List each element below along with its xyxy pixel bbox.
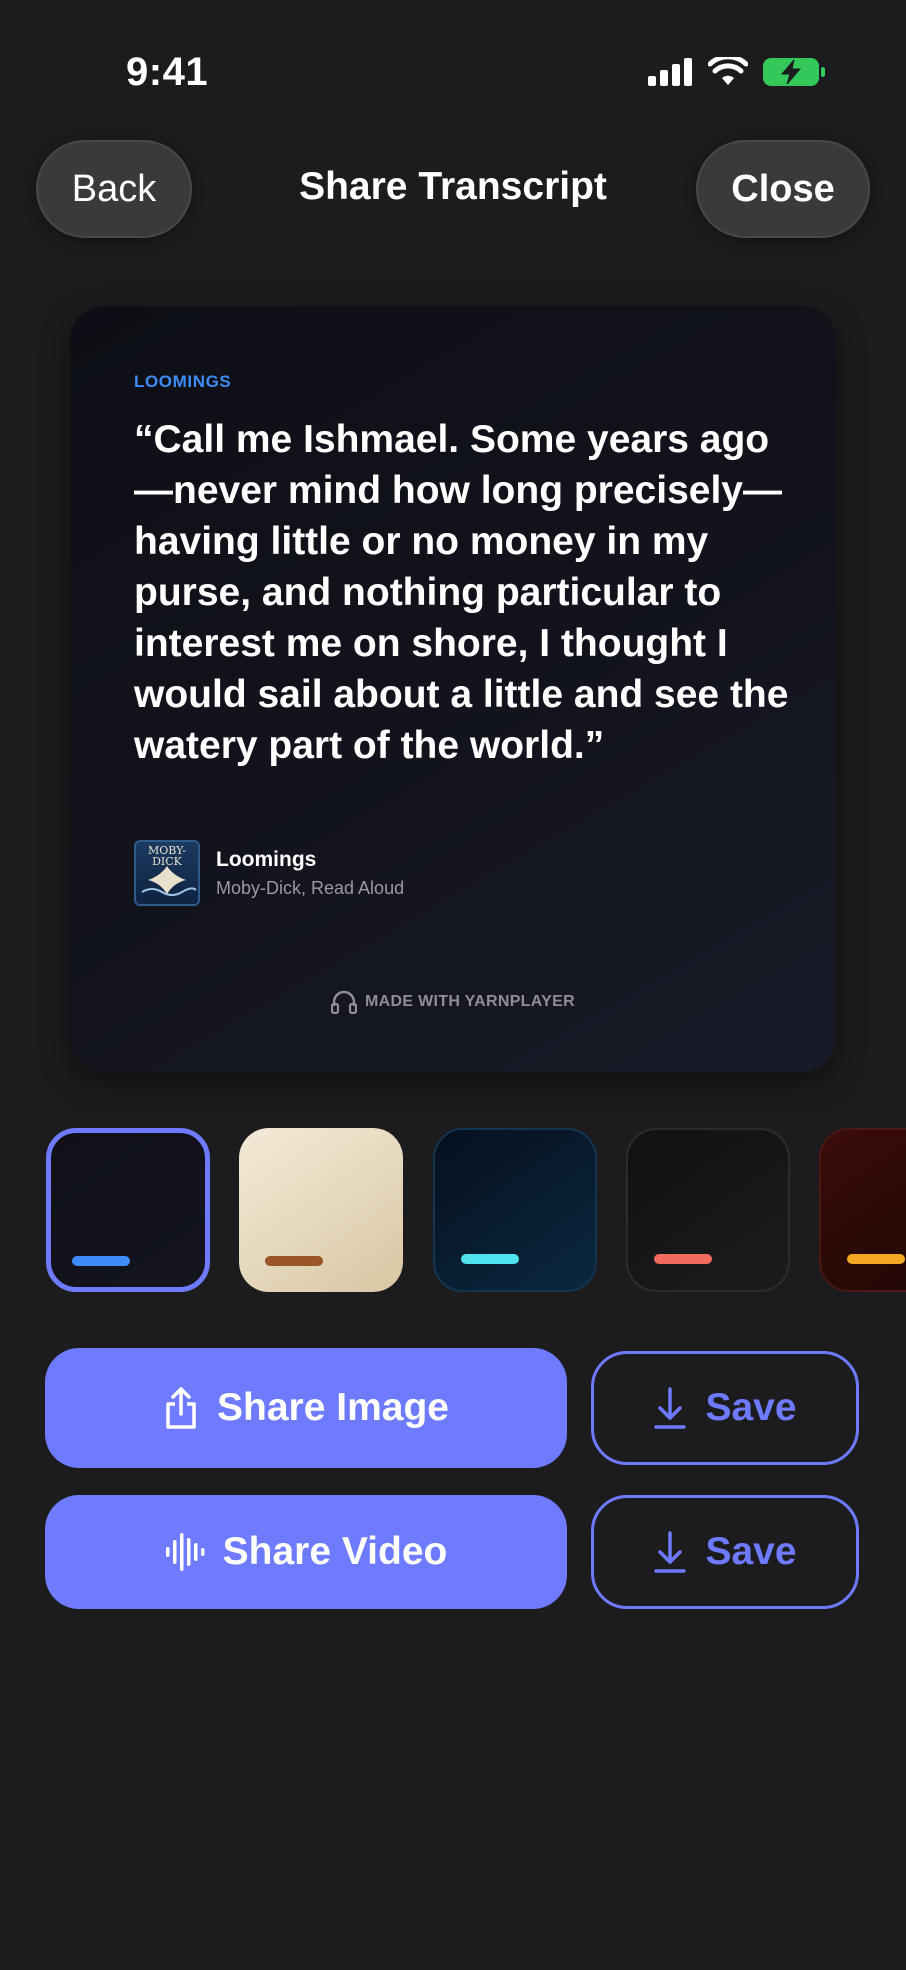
headphones-icon xyxy=(331,990,358,1014)
waveform-icon xyxy=(165,1533,205,1571)
close-button[interactable]: Close xyxy=(696,140,870,238)
theme-swatch-cream[interactable] xyxy=(239,1128,403,1292)
save-image-label: Save xyxy=(705,1386,797,1429)
share-video-button[interactable]: Share Video xyxy=(45,1495,567,1609)
cellular-signal-icon xyxy=(648,58,692,86)
status-bar: 9:41 xyxy=(0,0,906,150)
theme-picker xyxy=(0,1126,906,1294)
theme-accent-bar xyxy=(265,1256,323,1266)
theme-swatch-navy-teal[interactable] xyxy=(433,1128,597,1292)
save-video-label: Save xyxy=(705,1530,797,1573)
share-video-label: Share Video xyxy=(222,1530,448,1573)
download-icon xyxy=(654,1531,687,1573)
theme-accent-bar xyxy=(654,1254,712,1264)
theme-swatch-dark-blue[interactable] xyxy=(46,1128,210,1292)
status-time: 9:41 xyxy=(126,50,209,94)
download-icon xyxy=(654,1387,687,1429)
whale-icon xyxy=(141,866,197,896)
status-icons xyxy=(648,56,826,88)
battery-charging-icon xyxy=(763,58,825,86)
episode-meta: MOBY-DICK Loomings Moby-Dick, Read Aloud xyxy=(134,840,404,906)
theme-swatch-charcoal-coral[interactable] xyxy=(626,1128,790,1292)
share-icon xyxy=(166,1387,196,1429)
share-image-button[interactable]: Share Image xyxy=(45,1348,567,1468)
transcript-card-preview: LOOMINGS “Call me Ishmael. Some years ag… xyxy=(70,306,836,1072)
theme-accent-bar xyxy=(847,1254,905,1264)
save-image-button[interactable]: Save xyxy=(591,1351,859,1465)
save-video-button[interactable]: Save xyxy=(591,1495,859,1609)
made-with-footer: MADE WITH YARNPLAYER xyxy=(70,990,836,1014)
wifi-icon xyxy=(708,57,748,85)
footer-text: MADE WITH YARNPLAYER xyxy=(365,993,575,1010)
share-image-label: Share Image xyxy=(217,1386,449,1429)
theme-accent-bar xyxy=(461,1254,519,1264)
episode-title: Loomings xyxy=(216,847,317,871)
quote-text: “Call me Ishmael. Some years ago—never m… xyxy=(134,418,789,767)
episode-subtitle: Moby-Dick, Read Aloud xyxy=(216,877,405,898)
episode-text: Loomings Moby-Dick, Read Aloud xyxy=(216,848,404,899)
theme-swatch-red-orange[interactable] xyxy=(819,1128,906,1292)
chapter-label: LOOMINGS xyxy=(134,372,232,391)
book-cover-image: MOBY-DICK xyxy=(134,840,200,906)
theme-accent-bar xyxy=(72,1256,130,1266)
